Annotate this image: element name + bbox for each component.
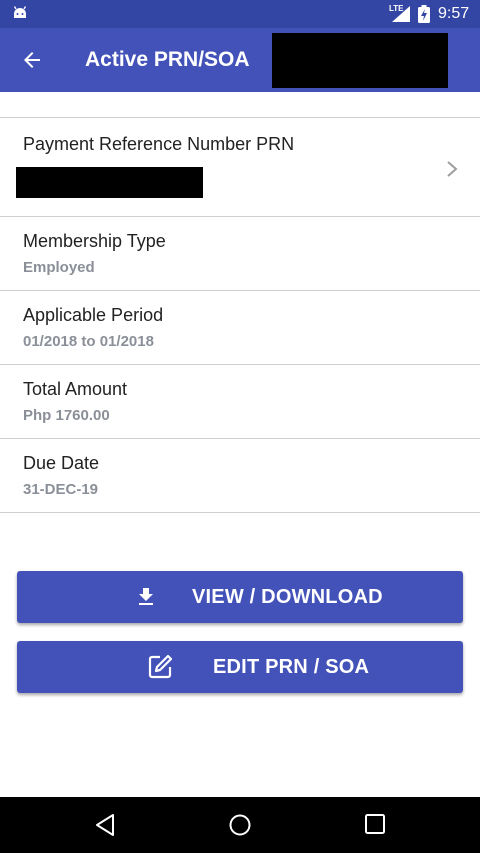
prn-label: Payment Reference Number PRN: [23, 134, 295, 154]
view-download-label: VIEW / DOWNLOAD: [192, 586, 383, 608]
due-date-value: 31-DEC-19: [23, 481, 99, 498]
due-date-row: Due Date 31-DEC-19: [0, 439, 480, 513]
download-icon: [139, 588, 153, 605]
edit-prn-soa-label: EDIT PRN / SOA: [213, 656, 370, 678]
membership-type-row: Membership Type Employed: [0, 217, 480, 291]
prn-value-redacted: [16, 167, 203, 198]
membership-type-value: Employed: [23, 259, 95, 276]
due-date-label: Due Date: [23, 453, 100, 473]
app-bar: Active PRN/SOA: [0, 28, 480, 92]
view-download-button[interactable]: VIEW / DOWNLOAD: [17, 571, 463, 623]
chevron-right-icon: [447, 161, 458, 177]
page-title: Active PRN/SOA: [85, 48, 250, 71]
total-amount-value: Php 1760.00: [23, 407, 110, 424]
total-amount-row: Total Amount Php 1760.00: [0, 365, 480, 439]
applicable-period-row: Applicable Period 01/2018 to 01/2018: [0, 291, 480, 365]
nav-recents-icon[interactable]: [364, 813, 386, 835]
edit-icon: [148, 654, 173, 679]
nav-home-icon[interactable]: [228, 813, 252, 837]
membership-type-label: Membership Type: [23, 231, 166, 251]
prn-row[interactable]: Payment Reference Number PRN: [0, 118, 480, 217]
arrow-left-icon[interactable]: [20, 48, 44, 72]
system-nav-bar: [0, 797, 480, 853]
status-bar: LTE 9:57: [0, 0, 480, 28]
signal-icon: [392, 6, 410, 22]
redacted-block: [272, 33, 448, 88]
prn-details-list: Payment Reference Number PRN Membership …: [0, 117, 480, 513]
android-icon: [13, 6, 27, 18]
battery-icon: [418, 5, 430, 23]
nav-back-icon[interactable]: [94, 813, 116, 837]
applicable-period-value: 01/2018 to 01/2018: [23, 333, 154, 350]
applicable-period-label: Applicable Period: [23, 305, 164, 325]
edit-prn-soa-button[interactable]: EDIT PRN / SOA: [17, 641, 463, 693]
status-clock: 9:57: [438, 5, 470, 22]
total-amount-label: Total Amount: [23, 379, 128, 399]
